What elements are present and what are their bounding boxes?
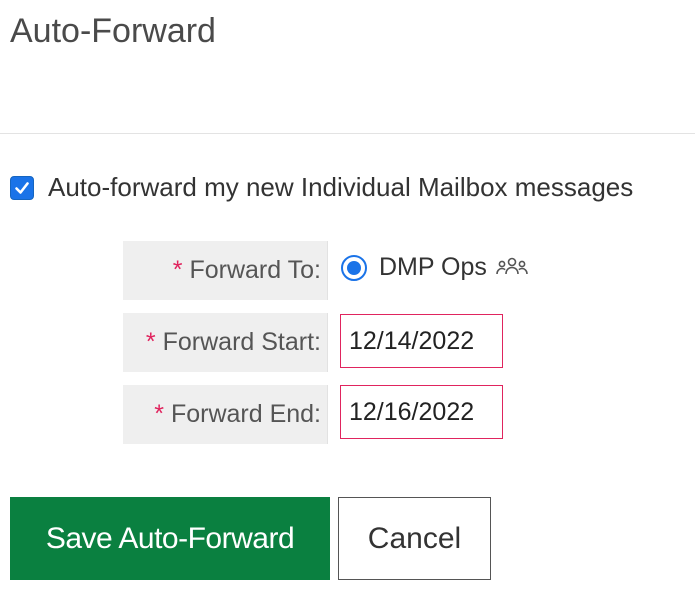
forward-to-label: * Forward To: [123,241,328,300]
auto-forward-checkbox[interactable] [10,175,34,200]
forward-to-option[interactable]: DMP Ops [341,253,529,282]
forward-to-label-text: Forward To: [189,256,321,284]
page-title: Auto-Forward [10,12,216,50]
dmp-ops-radio-label[interactable]: DMP Ops [379,253,487,282]
forward-end-label-text: Forward End: [170,400,321,428]
required-marker: * [172,256,183,284]
forward-start-date-input[interactable] [340,314,503,368]
cancel-button[interactable]: Cancel [338,497,491,580]
forward-end-date-input[interactable] [340,385,503,439]
required-marker: * [145,328,156,356]
radio-selected-dot [347,260,361,275]
checkmark-icon [15,181,29,194]
forward-end-label: * Forward End: [123,385,328,444]
save-auto-forward-button[interactable]: Save Auto-Forward [10,497,330,580]
dmp-ops-radio[interactable] [341,254,367,281]
forward-start-label: * Forward Start: [123,313,328,372]
auto-forward-toggle-row[interactable]: Auto-forward my new Individual Mailbox m… [10,172,633,203]
auto-forward-checkbox-label[interactable]: Auto-forward my new Individual Mailbox m… [48,172,633,203]
header-divider [0,133,695,134]
required-marker: * [154,400,164,428]
group-icon [495,255,529,281]
forward-start-label-text: Forward Start: [162,328,321,356]
